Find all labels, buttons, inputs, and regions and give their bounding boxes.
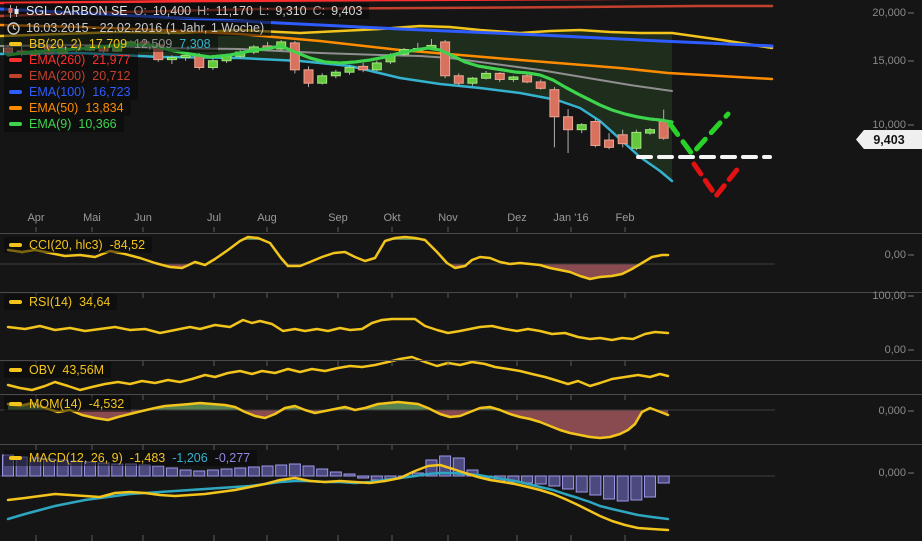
month-label: Jul [206,212,222,224]
rsi-value: 34,64 [79,295,111,309]
cci-label: CCI(20, hlc3) [29,238,103,252]
legend-item-bb[interactable]: BB(20, 2) 17,709 12,509 7,308 [4,36,218,52]
ema9-value: 10,366 [78,117,117,131]
obv-label: OBV [29,363,56,377]
legend-item-ema100[interactable]: EMA(100) 16,723 [4,84,138,100]
bb-label: BB(20, 2) [29,37,82,51]
legend-item-obv[interactable]: OBV 43,56M [4,362,112,378]
legend-swatch [9,58,22,62]
month-label: Okt [383,212,401,224]
ema50-value: 13,834 [85,101,124,115]
legend-swatch [9,456,22,460]
high-value: 11,170 [215,4,253,18]
legend-swatch [9,106,22,110]
legend-item-ema260[interactable]: EMA(260) 21,977 [4,52,138,68]
month-label: Apr [27,212,45,224]
legend-item-macd[interactable]: MACD(12, 26, 9) -1,483 -1,206 -0,277 [4,450,258,466]
macd-hist-value: -0,277 [214,451,251,465]
month-label: Mai [83,212,101,224]
open-label: O: [133,4,147,18]
y-axis-label: 15,000 [872,55,906,67]
y-axis-label: 0,000 [878,467,906,479]
ema100-value: 16,723 [92,85,131,99]
ema50-label: EMA(50) [29,101,79,115]
y-axis-label: 0,00 [884,249,906,261]
month-label: Dez [507,212,527,224]
ema200-label: EMA(200) [29,69,86,83]
month-label: Sep [328,212,348,224]
macd-signal-value: -1,206 [172,451,208,465]
legend-swatch [9,300,22,304]
close-value: 9,403 [331,4,363,18]
legend-swatch [9,90,22,94]
y-axis-label: 20,000 [872,7,906,19]
ema9-label: EMA(9) [29,117,72,131]
y-axis-label: 10,000 [872,119,906,131]
mom-value: -4,532 [88,397,125,411]
ema100-label: EMA(100) [29,85,86,99]
month-label: Nov [438,212,458,224]
bb-lower-value: 7,308 [179,37,211,51]
rsi-label: RSI(14) [29,295,73,309]
legend-item-ema50[interactable]: EMA(50) 13,834 [4,100,131,116]
low-label: L: [258,4,270,18]
cci-value: -84,52 [109,238,146,252]
close-label: C: [312,4,326,18]
legend-item-rsi[interactable]: RSI(14) 34,64 [4,294,118,310]
chart-window: SGL CARBON SE O: 10,400 H: 11,170 L: 9,310 … [0,0,922,541]
legend-item-mom[interactable]: MOM(14) -4,532 [4,396,132,412]
macd-label: MACD(12, 26, 9) [29,451,123,465]
mom-label: MOM(14) [29,397,82,411]
y-axis-label: 100,00 [872,290,906,302]
month-label: Feb [615,212,635,224]
ema260-value: 21,977 [92,53,131,67]
bb-upper-value: 17,709 [88,37,128,51]
legend-item-ema9[interactable]: EMA(9) 10,366 [4,116,124,132]
legend-swatch [9,74,22,78]
last-price-tag: 9,403 [856,130,922,149]
legend-swatch [9,243,22,247]
legend-swatch [9,122,22,126]
obv-value: 43,56M [62,363,105,377]
high-label: H: [197,4,210,18]
legend-swatch [9,42,22,46]
date-range-row: 16.03.2015 - 22.02.2016 (1 Jahr, 1 Woche… [4,20,272,36]
legend-item-ema200[interactable]: EMA(200) 20,712 [4,68,138,84]
ema260-label: EMA(260) [29,53,86,67]
candlestick-chart-icon [7,4,20,18]
macd-value: -1,483 [129,451,166,465]
month-label: Jun [134,212,152,224]
month-label: Jan '16 [553,212,589,224]
ema200-value: 20,712 [92,69,131,83]
low-value: 9,310 [275,4,307,18]
open-value: 10,400 [152,4,192,18]
month-label: Aug [257,212,277,224]
clock-icon [7,21,20,35]
indicator-panels [0,235,775,532]
date-range: 16.03.2015 - 22.02.2016 (1 Jahr, 1 Woche… [26,21,265,35]
legend-item-cci[interactable]: CCI(20, hlc3) -84,52 [4,237,153,253]
chart-header: SGL CARBON SE O: 10,400 H: 11,170 L: 9,310 … [4,3,370,19]
bb-middle-value: 12,509 [134,37,173,51]
legend-swatch [9,368,22,372]
legend-swatch [9,402,22,406]
y-axis-label: 0,00 [884,344,906,356]
symbol-name: SGL CARBON SE [26,4,128,18]
y-axis-label: 0,000 [878,405,906,417]
